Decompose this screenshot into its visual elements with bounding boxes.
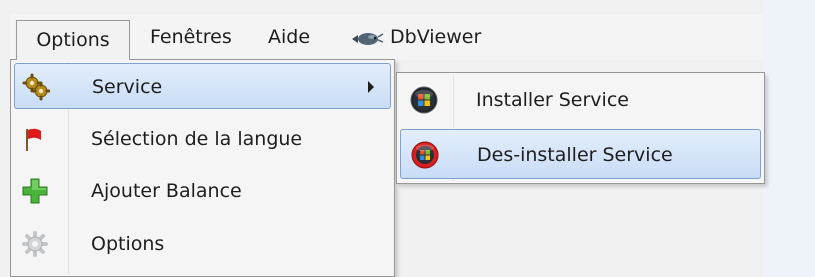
submenu-item-install-label: Installer Service — [476, 89, 629, 111]
menu-item-service[interactable]: Service — [14, 63, 391, 109]
submenu-arrow-icon — [368, 81, 374, 93]
submenu-item-install-service[interactable]: Installer Service — [400, 75, 761, 125]
menu-item-service-label: Service — [92, 76, 163, 98]
submenu-item-uninstall-label: Des-installer Service — [477, 144, 673, 166]
gears-icon — [22, 73, 51, 101]
menu-bar: Options Fenêtres Aide DbViewer — [10, 14, 763, 60]
menu-fenetres[interactable]: Fenêtres — [150, 20, 232, 54]
side-pane — [763, 0, 815, 277]
service-submenu: Installer Service Des-installer Service — [396, 72, 765, 184]
menu-item-options[interactable]: Options — [14, 221, 391, 267]
windows-orb-red-icon — [410, 140, 440, 170]
menu-item-add-balance[interactable]: Ajouter Balance — [14, 168, 391, 214]
menu-aide[interactable]: Aide — [268, 20, 310, 54]
green-plus-icon — [21, 177, 49, 205]
menu-item-options-label: Options — [91, 233, 165, 255]
gear-icon — [21, 230, 49, 258]
options-dropdown: Service Sélection de la langue Ajouter B… — [10, 59, 395, 277]
menu-item-language[interactable]: Sélection de la langue — [14, 116, 391, 162]
menu-dbviewer-label: DbViewer — [390, 26, 482, 48]
submenu-item-uninstall-service[interactable]: Des-installer Service — [400, 129, 761, 179]
menu-item-language-label: Sélection de la langue — [91, 128, 303, 150]
windows-orb-icon — [409, 85, 439, 115]
red-flag-icon — [21, 125, 49, 153]
menu-dbviewer[interactable]: DbViewer — [350, 20, 481, 54]
menu-item-add-balance-label: Ajouter Balance — [91, 180, 242, 202]
fish-icon — [350, 26, 384, 46]
menu-options[interactable]: Options — [16, 20, 130, 60]
